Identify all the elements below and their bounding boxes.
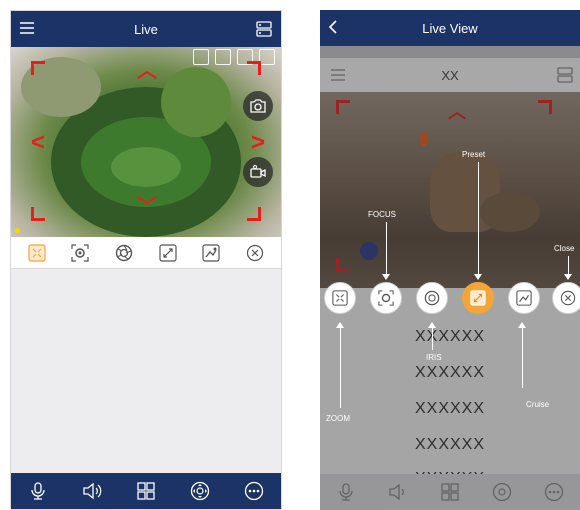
audio-icon[interactable]: [387, 481, 409, 503]
zoom-annotation: ZOOM: [326, 414, 350, 423]
record-icon[interactable]: [243, 157, 273, 187]
device-list-icon[interactable]: [255, 20, 273, 41]
cruise-button[interactable]: [508, 282, 540, 314]
ptz-control-row: [320, 282, 580, 322]
close-annotation-line: [568, 256, 569, 276]
preset-icon[interactable]: [158, 243, 178, 263]
iris-button[interactable]: [416, 282, 448, 314]
live-video-feed[interactable]: ︿ ﹀ < >: [11, 47, 281, 237]
ptz-up-left-arrow[interactable]: [336, 100, 350, 114]
list-icon[interactable]: [215, 49, 231, 65]
multi-view-icon[interactable]: [439, 481, 461, 503]
status-dot: [15, 228, 20, 233]
talk-icon[interactable]: [27, 480, 49, 502]
grid-icon[interactable]: [193, 49, 209, 65]
back-icon[interactable]: [328, 19, 338, 39]
scenery: [111, 147, 181, 187]
toy: [420, 132, 428, 146]
inner-status-bar: [320, 46, 580, 58]
ptz-down-left-arrow[interactable]: [31, 207, 45, 221]
more-icon[interactable]: [243, 480, 265, 502]
focus-annotation-line: [386, 222, 387, 276]
multi-view-icon[interactable]: [135, 480, 157, 502]
talk-icon[interactable]: [335, 481, 357, 503]
kitten-video-feed[interactable]: ︿: [320, 92, 580, 288]
top-nav-bar: Live View: [320, 10, 580, 46]
preset-annotation: Preset: [462, 150, 486, 159]
cruise-annotation-line: [522, 328, 523, 388]
inner-menu-icon[interactable]: [330, 67, 346, 86]
more-icon[interactable]: [543, 481, 565, 503]
ptz-control-bar: [11, 237, 281, 269]
ptz-right-arrow[interactable]: >: [251, 131, 265, 155]
close-icon[interactable]: [245, 243, 265, 263]
preset-annotation-line: [478, 162, 479, 276]
scenery: [161, 67, 231, 137]
kitten: [480, 192, 540, 232]
ball: [360, 242, 378, 260]
live-view-screen: Live View XX ︿ XXXXXX XXXXXX XXXXXX XXXX…: [320, 10, 580, 510]
page-title: Live: [134, 21, 158, 37]
audio-icon[interactable]: [81, 480, 103, 502]
ptz-up-right-arrow[interactable]: [247, 61, 261, 75]
ptz-icon[interactable]: [189, 480, 211, 502]
cruise-annotation: Cruise: [526, 400, 550, 409]
zoom-button[interactable]: [324, 282, 356, 314]
focus-annotation: FOCUS: [368, 210, 396, 219]
bottom-tab-bar: [11, 473, 281, 509]
list-item[interactable]: XXXXXX: [320, 328, 580, 346]
ptz-down-arrow[interactable]: ﹀: [137, 197, 157, 217]
ptz-icon[interactable]: [491, 481, 513, 503]
ptz-left-arrow[interactable]: <: [31, 131, 45, 155]
focus-button[interactable]: [370, 282, 402, 314]
ptz-up-left-arrow[interactable]: [31, 61, 45, 75]
ptz-up-arrow[interactable]: ︿: [137, 61, 157, 81]
close-annotation: Close: [554, 244, 575, 253]
inner-header: XX: [320, 58, 580, 92]
page-title: Live View: [422, 20, 478, 36]
inner-title: XX: [441, 67, 459, 83]
fullscreen-icon[interactable]: [259, 49, 275, 65]
zoom-annotation-line: [340, 328, 341, 408]
preset-button[interactable]: [462, 282, 494, 314]
inner-device-icon[interactable]: [556, 66, 574, 87]
cruise-icon[interactable]: [201, 243, 221, 263]
bottom-tab-bar: [320, 474, 580, 510]
iris-annotation: IRIS: [426, 353, 442, 362]
video-icon-group: [193, 49, 275, 65]
ptz-up-right-arrow[interactable]: [538, 100, 552, 114]
focus-icon[interactable]: [70, 243, 90, 263]
zoom-icon[interactable]: [27, 243, 47, 263]
iris-annotation-line: [432, 328, 433, 350]
top-nav-bar: Live: [11, 11, 281, 47]
ptz-down-left-arrow[interactable]: [336, 258, 350, 272]
iris-icon[interactable]: [114, 243, 134, 263]
close-annotation-arrow: [564, 274, 572, 280]
list-item[interactable]: XXXXXX: [320, 364, 580, 382]
list-item[interactable]: XXXXXX: [320, 436, 580, 454]
ptz-down-right-arrow[interactable]: [247, 207, 261, 221]
snapshot-icon[interactable]: [243, 91, 273, 121]
close-button[interactable]: [552, 282, 580, 314]
live-screen: Live ︿ ﹀ < >: [10, 10, 282, 510]
focus-annotation-arrow: [382, 274, 390, 280]
menu-icon[interactable]: [19, 20, 35, 39]
preset-annotation-arrow: [474, 274, 482, 280]
ptz-up-arrow[interactable]: ︿: [448, 98, 466, 124]
